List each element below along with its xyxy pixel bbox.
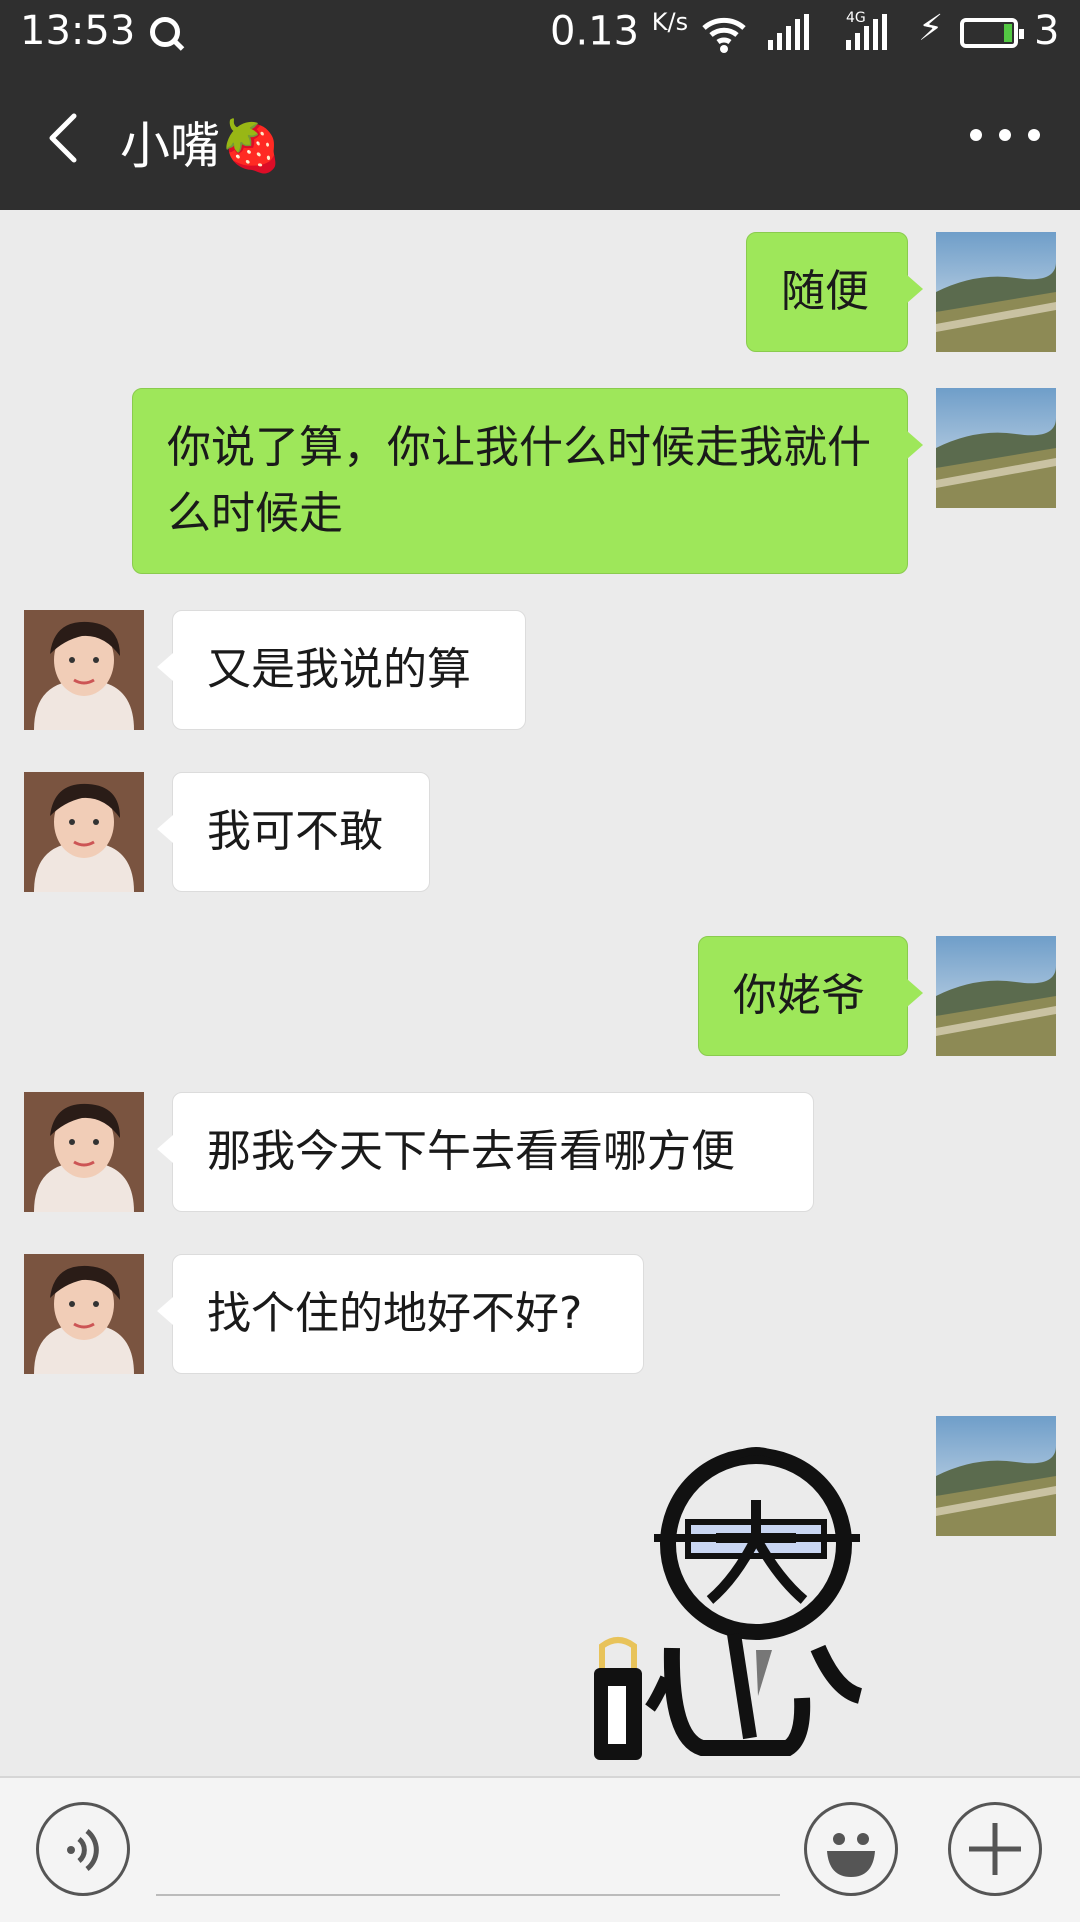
contact-avatar[interactable] xyxy=(24,772,144,892)
q-icon xyxy=(150,17,180,47)
message-bubble-received[interactable]: 又是我说的算 xyxy=(157,610,526,730)
message-bubble-received[interactable]: 找个住的地好不好? xyxy=(157,1254,644,1374)
chevron-left-icon[interactable] xyxy=(40,110,88,166)
contact-avatar[interactable] xyxy=(24,1092,144,1212)
plus-icon[interactable] xyxy=(948,1802,1042,1896)
voice-icon[interactable] xyxy=(36,1802,130,1896)
message-text: 你姥爷 xyxy=(733,970,865,1021)
message-bubble-sent[interactable]: 随便 xyxy=(746,232,923,352)
chat-header: 小嘴🍓 xyxy=(0,66,1080,210)
message-input[interactable] xyxy=(156,1894,780,1896)
battery-level: 3 xyxy=(1034,8,1060,54)
message-bubble-sent[interactable]: 你说了算，你让我什么时候走我就什么时候走 xyxy=(132,388,923,574)
emoji-icon[interactable] xyxy=(804,1802,898,1896)
more-icon[interactable] xyxy=(970,110,1040,160)
status-bar: 13:53 0.13 K/s 4G ⚡ 3 xyxy=(0,0,1080,66)
status-time: 13:53 xyxy=(20,8,136,54)
sticker-character: 嗯 xyxy=(574,1438,575,1439)
message-bubble-received[interactable]: 我可不敢 xyxy=(157,772,430,892)
input-bar xyxy=(0,1776,1080,1922)
contact-avatar[interactable] xyxy=(24,610,144,730)
charging-icon: ⚡ xyxy=(918,8,944,49)
chat-title: 小嘴🍓 xyxy=(120,117,283,175)
my-avatar[interactable] xyxy=(936,936,1056,1056)
message-text: 又是我说的算 xyxy=(207,644,471,695)
my-avatar[interactable] xyxy=(936,232,1056,352)
my-avatar[interactable] xyxy=(936,1416,1056,1536)
battery-icon xyxy=(960,18,1024,48)
message-text: 找个住的地好不好? xyxy=(207,1288,583,1339)
contact-avatar[interactable] xyxy=(24,1254,144,1374)
message-text: 你说了算，你让我什么时候走我就什么时候走 xyxy=(167,422,871,539)
message-bubble-received[interactable]: 那我今天下午去看看哪方便 xyxy=(157,1092,814,1212)
network-speed: 0.13 K/s xyxy=(550,8,689,55)
signal-icon xyxy=(768,14,813,50)
message-bubble-sent[interactable]: 你姥爷 xyxy=(698,936,923,1056)
wifi-icon xyxy=(702,17,746,53)
sticker-en[interactable]: 嗯 xyxy=(574,1438,874,1768)
my-avatar[interactable] xyxy=(936,388,1056,508)
message-list[interactable]: 随便 你说了算，你让我什么时候走我就什么时候走 又是我说的算 我可不敢 你姥爷 … xyxy=(0,210,1080,1776)
message-text: 那我今天下午去看看哪方便 xyxy=(207,1126,735,1177)
message-text: 我可不敢 xyxy=(207,806,383,857)
signal-4g-icon xyxy=(846,14,891,50)
message-text: 随便 xyxy=(781,266,869,317)
